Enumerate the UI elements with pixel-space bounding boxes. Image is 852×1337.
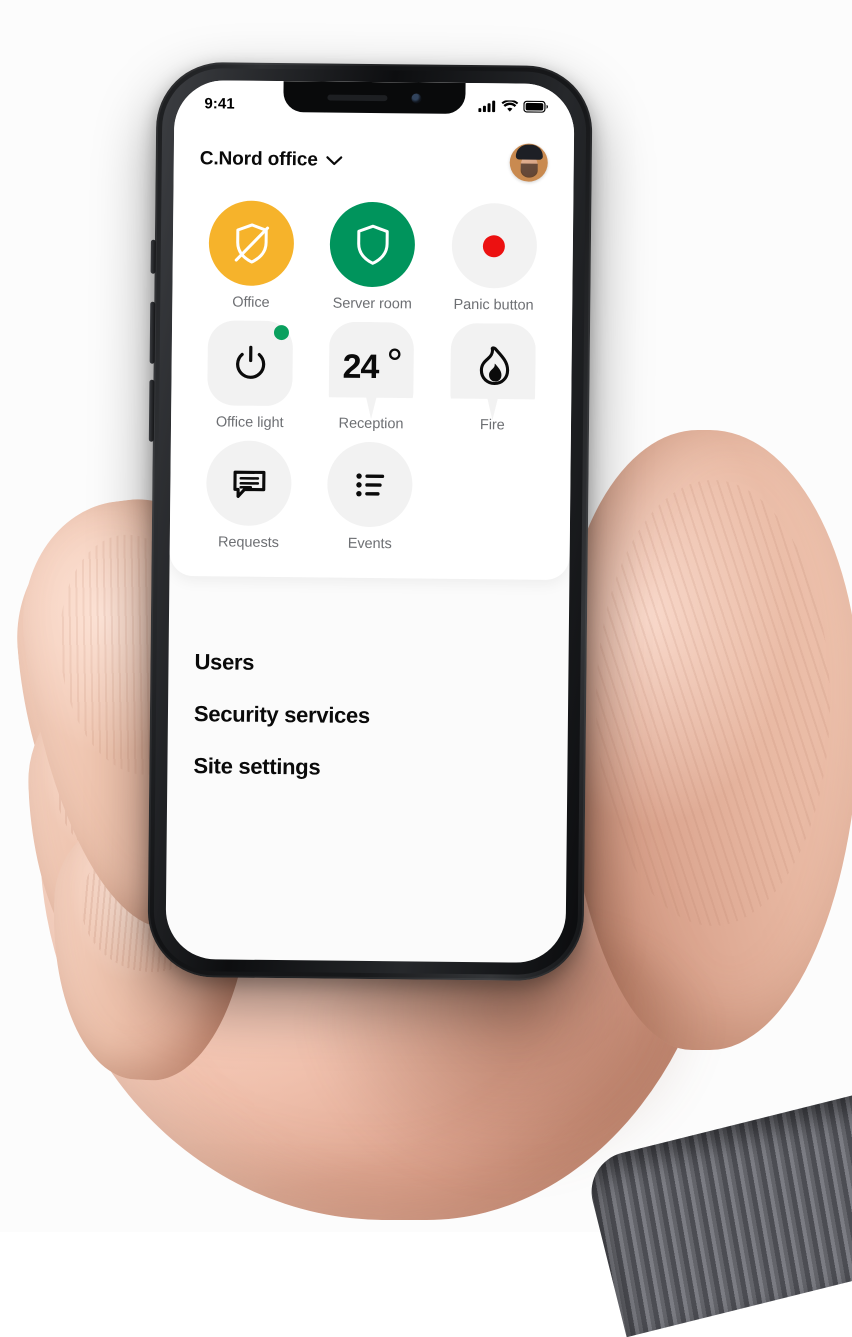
- tile-fire[interactable]: Fire: [432, 323, 554, 434]
- battery-icon: [523, 100, 548, 113]
- site-name: C.Nord office: [199, 148, 318, 171]
- earpiece-speaker: [327, 94, 388, 101]
- tile-server-room[interactable]: Server room: [312, 201, 434, 312]
- tile-requests-shape: [206, 440, 292, 527]
- chat-bubble-icon: [233, 470, 266, 498]
- volume-up-button[interactable]: [149, 301, 156, 364]
- list-bullet-icon: [356, 472, 385, 496]
- tile-events-shape: [327, 441, 414, 528]
- tile-office-light-shape: [207, 320, 294, 407]
- tile-server-room-shape: [329, 201, 416, 288]
- tile-panic-button-shape: [451, 202, 538, 289]
- tile-office-light-label: Office light: [215, 414, 284, 432]
- photo-scene: 9:41 C.Nord office Office Server room Pa…: [0, 0, 852, 1337]
- temperature-value-icon: 24: [340, 344, 402, 389]
- panic-dot-icon: [483, 234, 506, 257]
- avatar[interactable]: [509, 143, 548, 182]
- status-badge-on: [274, 324, 290, 341]
- status-time: 9:41: [204, 94, 235, 113]
- tile-fire-shape: [450, 323, 536, 421]
- power-icon: [235, 345, 265, 379]
- tile-reception-shape: 24: [329, 322, 415, 420]
- tile-office-light[interactable]: Office light: [189, 320, 311, 431]
- phone-screen: 9:41 C.Nord office Office Server room Pa…: [165, 79, 575, 964]
- tile-server-room-label: Server room: [332, 295, 412, 313]
- cellular-signal-icon: [478, 100, 496, 113]
- site-selector[interactable]: C.Nord office: [200, 148, 343, 171]
- tile-requests-label: Requests: [217, 534, 279, 552]
- status-indicators: [478, 100, 548, 113]
- reception-temp-value: 24: [342, 348, 379, 386]
- wifi-icon: [501, 100, 519, 112]
- avatar-beanie: [515, 144, 543, 160]
- tiles-grid: Office Server room Panic button Office l…: [170, 178, 574, 554]
- tile-panic-button-label: Panic button: [453, 296, 534, 314]
- shield-icon: [357, 224, 389, 265]
- settings-menu: Users Security services Site settings: [167, 600, 569, 796]
- phone-device: 9:41 C.Nord office Office Server room Pa…: [147, 61, 593, 982]
- chevron-down-icon: [326, 155, 343, 165]
- app-header: C.Nord office: [174, 124, 575, 182]
- shield-off-icon: [234, 222, 269, 264]
- menu-item-security-services[interactable]: Security services: [194, 688, 543, 744]
- mute-switch[interactable]: [150, 239, 156, 274]
- tile-office-shape: [208, 200, 295, 287]
- notch: [283, 81, 466, 114]
- flame-icon: [471, 344, 515, 390]
- tile-events[interactable]: Events: [309, 441, 431, 552]
- tile-requests[interactable]: Requests: [188, 440, 310, 551]
- dashboard-card: C.Nord office Office Server room Panic b…: [169, 79, 575, 581]
- tile-reception[interactable]: 24 Reception: [310, 321, 432, 432]
- avatar-beard: [520, 163, 538, 178]
- volume-down-button[interactable]: [148, 379, 155, 442]
- tile-office-label: Office: [232, 294, 270, 311]
- menu-item-users[interactable]: Users: [194, 636, 543, 692]
- menu-item-site-settings[interactable]: Site settings: [193, 740, 542, 796]
- tile-panic-button[interactable]: Panic button: [433, 202, 555, 314]
- tile-office[interactable]: Office: [190, 200, 312, 311]
- tile-events-label: Events: [347, 535, 392, 553]
- front-camera-icon: [411, 92, 422, 104]
